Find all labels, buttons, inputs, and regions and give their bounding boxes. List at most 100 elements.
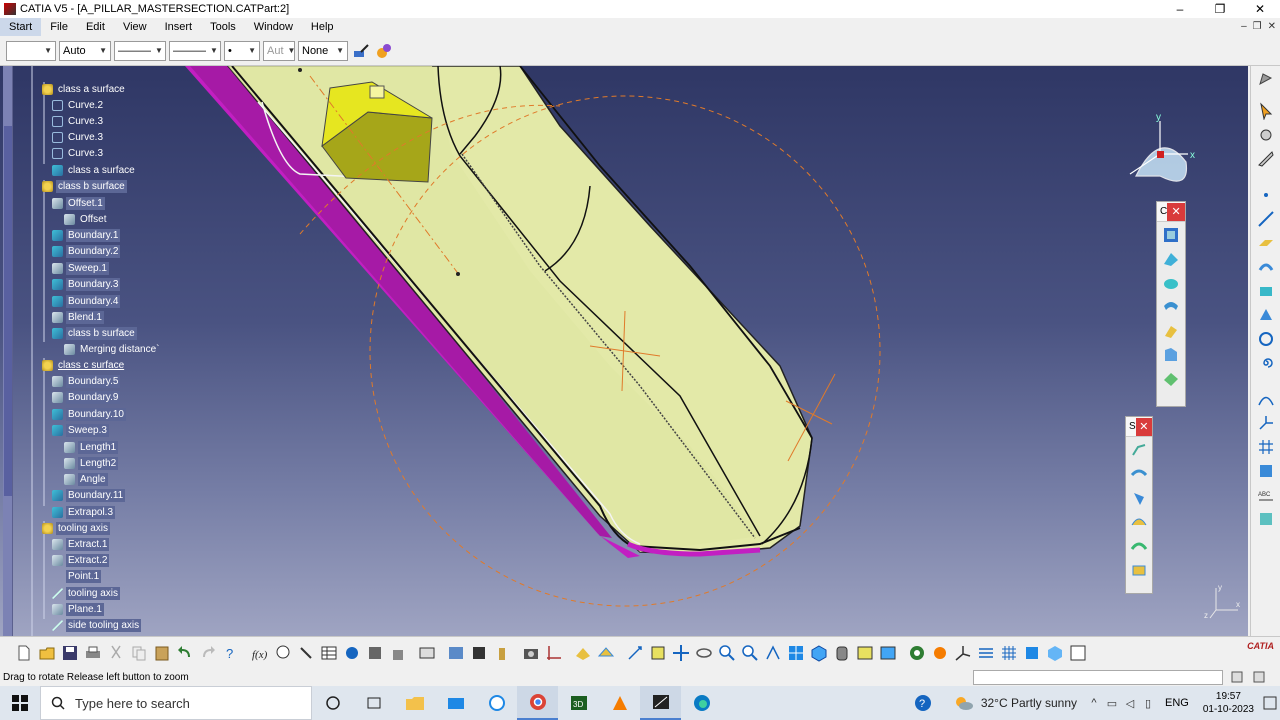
painter-icon[interactable] bbox=[351, 41, 371, 61]
tree-node[interactable]: class a surface bbox=[42, 82, 127, 96]
close-icon[interactable]: ✕ bbox=[1135, 417, 1152, 436]
healing-icon[interactable] bbox=[1127, 463, 1151, 485]
floating-toolbar-c[interactable]: C ✕ bbox=[1156, 201, 1186, 407]
point-icon[interactable] bbox=[1253, 184, 1279, 206]
power-input-field[interactable] bbox=[973, 670, 1223, 685]
menu-file[interactable]: File bbox=[41, 18, 77, 36]
tree-node[interactable]: Offset bbox=[64, 212, 109, 226]
split-icon[interactable] bbox=[1127, 535, 1151, 557]
tree-node[interactable]: Sweep.1 bbox=[52, 261, 109, 275]
zoom-in-icon[interactable] bbox=[715, 641, 738, 665]
print-icon[interactable] bbox=[81, 641, 104, 665]
plane-icon[interactable] bbox=[1253, 232, 1279, 254]
new-icon[interactable] bbox=[12, 641, 35, 665]
tree-node[interactable]: Extract.1 bbox=[52, 537, 110, 551]
menu-insert[interactable]: Insert bbox=[156, 18, 202, 36]
tree-node[interactable]: tooling axis bbox=[52, 586, 121, 600]
select-icon[interactable] bbox=[1253, 100, 1279, 122]
multi-view-icon[interactable] bbox=[784, 641, 807, 665]
fit-all-icon[interactable] bbox=[646, 641, 669, 665]
floating-toolbar-s[interactable]: S ✕ bbox=[1125, 416, 1153, 594]
battery-icon[interactable]: ▯ bbox=[1139, 697, 1157, 710]
grid-icon[interactable] bbox=[1253, 436, 1279, 458]
task-view-icon[interactable] bbox=[353, 686, 394, 720]
tree-node[interactable]: Blend.1 bbox=[52, 310, 104, 324]
status-stop-icon[interactable] bbox=[1228, 669, 1246, 685]
tree-node[interactable]: Merging distance` bbox=[64, 342, 161, 356]
offset-icon[interactable] bbox=[1159, 344, 1183, 366]
tree-node[interactable]: tooling axis bbox=[42, 521, 111, 535]
tree-node[interactable]: Point.1 bbox=[52, 569, 102, 583]
point-symbol-combo[interactable]: • ▼ bbox=[224, 40, 260, 61]
menu-start[interactable]: Start bbox=[0, 18, 42, 36]
tree-node[interactable]: Length2 bbox=[64, 456, 119, 470]
menu-window[interactable]: Window bbox=[245, 18, 302, 36]
sweep-icon[interactable] bbox=[1159, 248, 1183, 270]
tree-node[interactable]: Plane.1 bbox=[52, 602, 104, 616]
taskbar-search-box[interactable]: Type here to search bbox=[40, 686, 312, 720]
tree-node[interactable]: Boundary.1 bbox=[52, 228, 121, 242]
transparency-combo[interactable]: Auto ▼ bbox=[59, 40, 111, 61]
maximize-button[interactable]: ❐ bbox=[1200, 0, 1240, 18]
menu-edit[interactable]: Edit bbox=[77, 18, 114, 36]
tree-node[interactable]: Extrapol.3 bbox=[52, 505, 116, 519]
constraint-icon[interactable] bbox=[542, 641, 565, 665]
tree-node[interactable]: Curve.2 bbox=[52, 98, 105, 112]
windows-start-icon[interactable] bbox=[0, 686, 40, 720]
formula-icon[interactable]: f(x) bbox=[248, 641, 271, 665]
rotate-icon[interactable] bbox=[692, 641, 715, 665]
extrude-surface-icon[interactable] bbox=[1253, 256, 1279, 278]
layer2-combo[interactable]: None ▼ bbox=[298, 40, 348, 61]
status-help-icon[interactable] bbox=[1250, 669, 1268, 685]
brush-icon[interactable] bbox=[374, 41, 394, 61]
tree-node[interactable]: Curve.3 bbox=[52, 130, 105, 144]
volume-icon[interactable]: ◁ bbox=[1121, 697, 1139, 710]
shade-icon[interactable] bbox=[1253, 460, 1279, 482]
tree-node[interactable]: Curve.3 bbox=[52, 114, 105, 128]
paste-icon[interactable] bbox=[150, 641, 173, 665]
spiral-icon[interactable] bbox=[1253, 352, 1279, 374]
mail-icon[interactable] bbox=[435, 686, 476, 720]
tree-node[interactable]: side tooling axis bbox=[52, 618, 142, 632]
notification-icon[interactable] bbox=[1260, 686, 1280, 720]
tree-node[interactable]: Boundary.5 bbox=[52, 374, 121, 388]
linetype-combo[interactable]: ——— ▼ bbox=[114, 40, 166, 61]
multi-section-icon[interactable] bbox=[1159, 224, 1183, 246]
revolve-icon[interactable] bbox=[1159, 368, 1183, 390]
trim-icon[interactable] bbox=[1127, 559, 1151, 581]
knowledge-icon[interactable] bbox=[340, 641, 363, 665]
swap-icon[interactable] bbox=[467, 641, 490, 665]
doc-minimize-button[interactable]: – bbox=[1241, 18, 1247, 36]
axis-system-icon[interactable] bbox=[1253, 412, 1279, 434]
whats-this-icon[interactable]: ? bbox=[219, 641, 242, 665]
pan-icon[interactable] bbox=[669, 641, 692, 665]
3dexperience-icon[interactable]: 3D bbox=[558, 686, 599, 720]
circle-icon[interactable] bbox=[1253, 328, 1279, 350]
sketcher-icon[interactable] bbox=[1253, 68, 1279, 90]
close-button[interactable]: ✕ bbox=[1240, 0, 1280, 18]
catia-taskbar-icon[interactable] bbox=[640, 686, 681, 720]
clock[interactable]: 19:57 01-10-2023 bbox=[1203, 690, 1254, 716]
comment-icon[interactable] bbox=[271, 641, 294, 665]
iso-view-icon[interactable] bbox=[807, 641, 830, 665]
tree-node[interactable]: class b surface bbox=[52, 326, 137, 340]
compass-icon[interactable] bbox=[1129, 121, 1188, 182]
hide-icon[interactable] bbox=[853, 641, 876, 665]
chrome-icon[interactable] bbox=[517, 686, 558, 720]
refresh-icon[interactable] bbox=[905, 641, 928, 665]
help-icon[interactable]: ? bbox=[913, 686, 933, 720]
tree-node[interactable]: Boundary.9 bbox=[52, 390, 121, 404]
snap-icon[interactable] bbox=[1253, 124, 1279, 146]
blend-icon[interactable] bbox=[1159, 296, 1183, 318]
tree-node[interactable]: Extract.2 bbox=[52, 553, 110, 567]
color-combo[interactable]: ▼ bbox=[6, 40, 56, 61]
catalog-icon[interactable] bbox=[363, 641, 386, 665]
tree-node[interactable]: Boundary.2 bbox=[52, 244, 121, 258]
chevron-up-icon[interactable]: ^ bbox=[1085, 697, 1103, 709]
tree-node[interactable]: Curve.3 bbox=[52, 146, 105, 160]
linewidth-combo[interactable]: ——— ▼ bbox=[169, 40, 221, 61]
redo-icon[interactable] bbox=[196, 641, 219, 665]
specification-tree[interactable]: class a surface Curve.2 Curve.3 Curve.3 Curv… bbox=[0, 66, 300, 636]
app-share-icon[interactable] bbox=[476, 686, 517, 720]
sun-icon[interactable] bbox=[928, 641, 951, 665]
